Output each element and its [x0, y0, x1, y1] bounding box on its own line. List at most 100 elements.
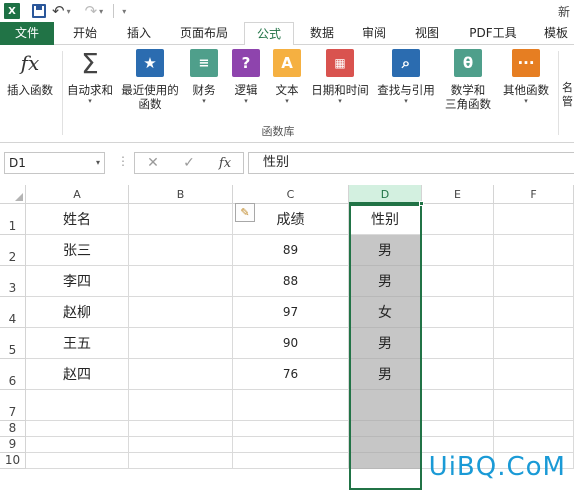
cell-a1[interactable]: 姓名: [26, 204, 129, 235]
math-trig-button[interactable]: θ 数学和 三角函数: [440, 49, 496, 111]
cell-d6[interactable]: 男: [349, 359, 422, 390]
cell-d4[interactable]: 女: [349, 297, 422, 328]
cancel-icon[interactable]: ✕: [135, 155, 171, 171]
cell-c8[interactable]: [233, 421, 349, 437]
name-box[interactable]: D1 ▾: [4, 152, 105, 174]
cell-a7[interactable]: [26, 390, 129, 421]
cell-c5[interactable]: 90: [233, 328, 349, 359]
cell-c10[interactable]: [233, 453, 349, 469]
tab-templates[interactable]: 模板: [532, 22, 574, 45]
name-manager-button-partial[interactable]: 名 管: [562, 81, 574, 109]
tab-view[interactable]: 视图: [402, 22, 452, 45]
cell-f2[interactable]: [494, 235, 574, 266]
row-header-1[interactable]: 1: [0, 204, 26, 235]
cell-f5[interactable]: [494, 328, 574, 359]
column-header-b[interactable]: B: [129, 185, 233, 204]
tab-data[interactable]: 数据: [298, 22, 346, 45]
column-header-c[interactable]: C: [233, 185, 349, 204]
cell-d8[interactable]: [349, 421, 422, 437]
cell-c3[interactable]: 88: [233, 266, 349, 297]
text-button[interactable]: A 文本 ▾: [270, 49, 304, 105]
cell-c6[interactable]: 76: [233, 359, 349, 390]
lookup-reference-button[interactable]: ⌕ 查找与引用 ▾: [374, 49, 438, 105]
cell-e9[interactable]: [422, 437, 494, 453]
undo-dropdown-icon[interactable]: ▾: [67, 7, 71, 16]
column-header-a[interactable]: A: [26, 185, 129, 204]
cell-e3[interactable]: [422, 266, 494, 297]
cell-a5[interactable]: 王五: [26, 328, 129, 359]
cell-b4[interactable]: [129, 297, 233, 328]
cell-a8[interactable]: [26, 421, 129, 437]
cell-f1[interactable]: [494, 204, 574, 235]
column-header-d[interactable]: D: [349, 185, 422, 204]
cell-b5[interactable]: [129, 328, 233, 359]
cell-e8[interactable]: [422, 421, 494, 437]
cell-d10[interactable]: [349, 453, 422, 469]
row-header-7[interactable]: 7: [0, 390, 26, 421]
cell-b10[interactable]: [129, 453, 233, 469]
autosum-button[interactable]: Σ 自动求和 ▾: [64, 47, 116, 106]
cell-e4[interactable]: [422, 297, 494, 328]
cell-c7[interactable]: [233, 390, 349, 421]
tab-page-layout[interactable]: 页面布局: [170, 22, 238, 45]
row-header-3[interactable]: 3: [0, 266, 26, 297]
cell-f7[interactable]: [494, 390, 574, 421]
column-header-e[interactable]: E: [422, 185, 494, 204]
cell-b6[interactable]: [129, 359, 233, 390]
save-icon[interactable]: [32, 4, 46, 18]
cell-b9[interactable]: [129, 437, 233, 453]
financial-button[interactable]: ≡ 财务 ▾: [186, 49, 222, 105]
more-functions-button[interactable]: ··· 其他函数 ▾: [500, 49, 552, 105]
customize-qat-icon[interactable]: ▾: [122, 7, 126, 16]
row-header-8[interactable]: 8: [0, 421, 26, 437]
cell-b8[interactable]: [129, 421, 233, 437]
cell-a3[interactable]: 李四: [26, 266, 129, 297]
recently-used-button[interactable]: ★ 最近使用的 函数: [118, 49, 182, 111]
row-header-9[interactable]: 9: [0, 437, 26, 453]
cell-d2[interactable]: 男: [349, 235, 422, 266]
cell-e6[interactable]: [422, 359, 494, 390]
chevron-down-icon[interactable]: ▾: [96, 153, 100, 173]
cell-a2[interactable]: 张三: [26, 235, 129, 266]
row-header-4[interactable]: 4: [0, 297, 26, 328]
redo-icon[interactable]: ↷: [85, 2, 98, 20]
worksheet-grid[interactable]: A B C D E F 1 2 3 4 5 6 7 8 9 10 姓名 成绩 性别 张三 89 男李四 88 男赵柳 97 女王五…: [0, 185, 574, 490]
cell-b7[interactable]: [129, 390, 233, 421]
cell-d7[interactable]: [349, 390, 422, 421]
cell-d3[interactable]: 男: [349, 266, 422, 297]
cell-a10[interactable]: [26, 453, 129, 469]
cell-f8[interactable]: [494, 421, 574, 437]
cell-c9[interactable]: [233, 437, 349, 453]
undo-icon[interactable]: ↶: [52, 2, 65, 20]
cell-c2[interactable]: 89: [233, 235, 349, 266]
formula-bar-splitter[interactable]: ⋮: [117, 154, 129, 168]
insert-function-icon[interactable]: fx: [207, 156, 243, 171]
cell-b3[interactable]: [129, 266, 233, 297]
paste-options-brush-icon[interactable]: ✎: [235, 203, 255, 222]
tab-home[interactable]: 开始: [60, 22, 110, 45]
date-time-button[interactable]: ▦ 日期和时间 ▾: [308, 49, 372, 105]
row-header-10[interactable]: 10: [0, 453, 26, 469]
tab-file[interactable]: 文件: [0, 22, 54, 45]
redo-dropdown-icon[interactable]: ▾: [99, 7, 103, 16]
cell-f9[interactable]: [494, 437, 574, 453]
row-header-5[interactable]: 5: [0, 328, 26, 359]
cell-d1[interactable]: 性别: [349, 204, 422, 235]
cell-a9[interactable]: [26, 437, 129, 453]
cell-e5[interactable]: [422, 328, 494, 359]
confirm-icon[interactable]: ✓: [171, 155, 207, 171]
cell-a6[interactable]: 赵四: [26, 359, 129, 390]
column-header-f[interactable]: F: [494, 185, 574, 204]
insert-function-button[interactable]: fx 插入函数: [2, 49, 58, 97]
cell-d5[interactable]: 男: [349, 328, 422, 359]
row-header-6[interactable]: 6: [0, 359, 26, 390]
cell-f6[interactable]: [494, 359, 574, 390]
cell-c4[interactable]: 97: [233, 297, 349, 328]
cell-e1[interactable]: [422, 204, 494, 235]
tab-pdf-tools[interactable]: PDF工具: [458, 22, 528, 45]
cell-b1[interactable]: [129, 204, 233, 235]
cell-e2[interactable]: [422, 235, 494, 266]
row-header-2[interactable]: 2: [0, 235, 26, 266]
cell-f3[interactable]: [494, 266, 574, 297]
tab-insert[interactable]: 插入: [114, 22, 164, 45]
